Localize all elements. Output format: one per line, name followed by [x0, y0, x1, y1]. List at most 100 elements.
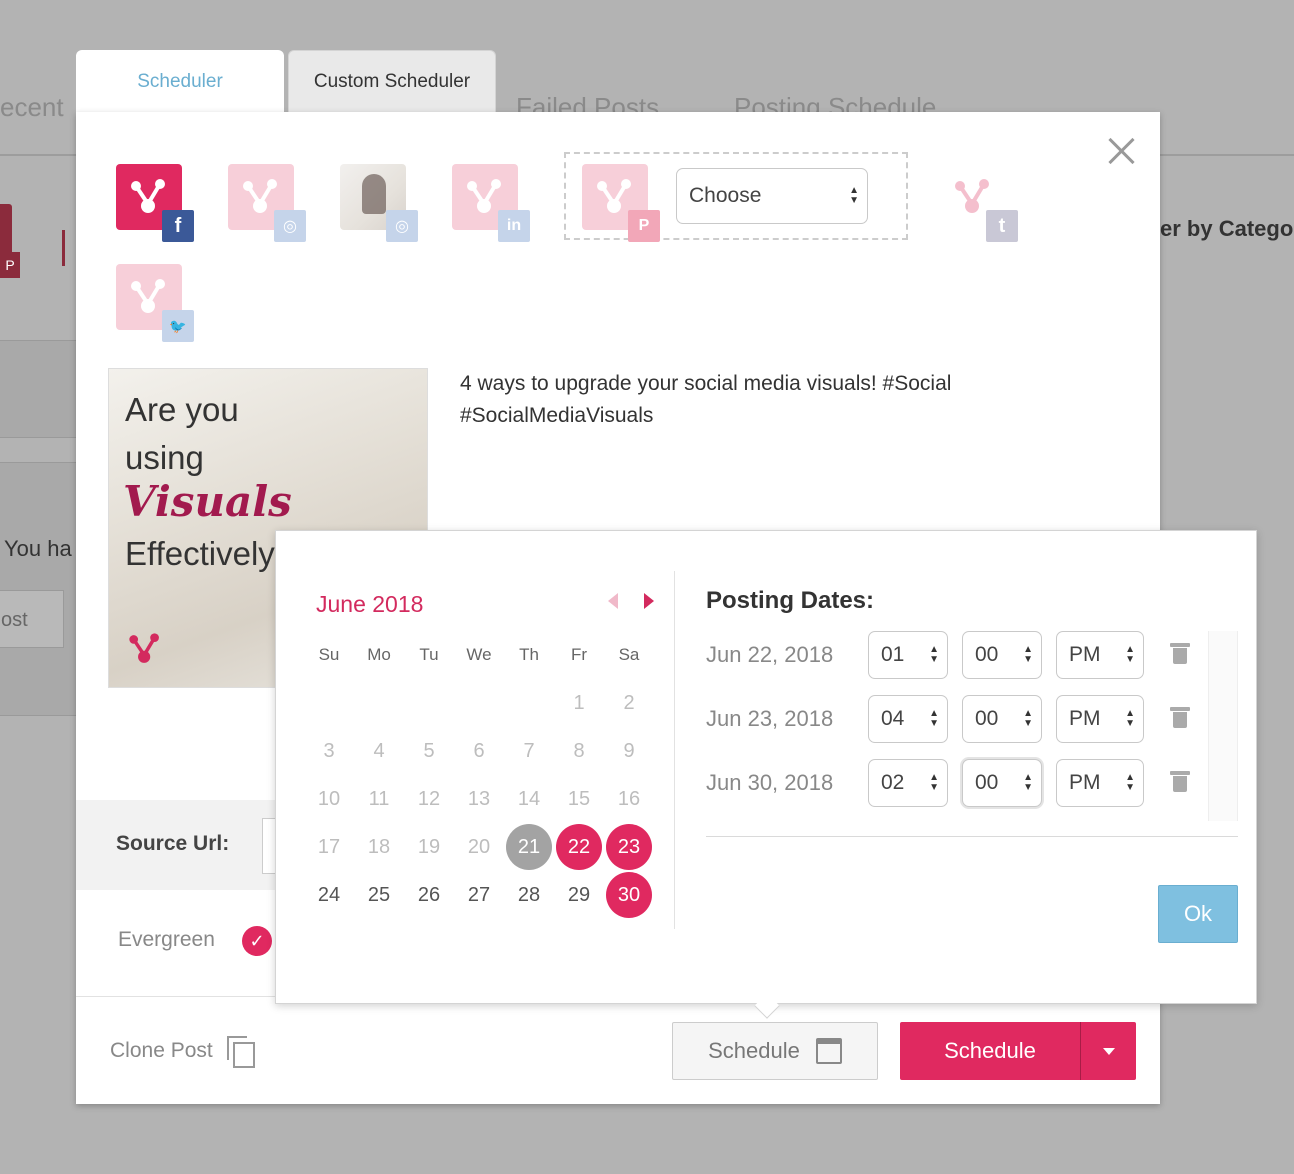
tab-custom-scheduler[interactable]: Custom Scheduler: [288, 50, 496, 112]
calendar-icon: [815, 1038, 842, 1064]
pinterest-board-group: P Choose ▲ ▼: [564, 152, 908, 242]
bg-filter-text: er by Catego: [1160, 216, 1294, 241]
ampm-value: PM: [1069, 771, 1101, 794]
calendar-day[interactable]: 28: [504, 871, 554, 919]
calendar-day[interactable]: 21: [504, 823, 554, 871]
account-instagram-photo[interactable]: ◎: [340, 164, 418, 242]
ampm-select[interactable]: PM ▲ ▼: [1056, 759, 1144, 807]
bg-panel-1: [0, 340, 78, 438]
calendar-blank: [504, 679, 554, 727]
calendar-day[interactable]: 29: [554, 871, 604, 919]
ok-button[interactable]: Ok: [1158, 885, 1238, 943]
calendar-day[interactable]: 26: [404, 871, 454, 919]
weekday-label: Su: [318, 645, 340, 664]
instagram-icon: ◎: [386, 210, 418, 242]
minute-select[interactable]: 00 ▲ ▼: [962, 759, 1042, 807]
ampm-value: PM: [1069, 707, 1101, 730]
calendar-day: 1: [573, 691, 585, 714]
account-linkedin[interactable]: in: [452, 164, 530, 242]
bg-button: ost: [0, 590, 64, 648]
post-caption[interactable]: 4 ways to upgrade your social media visu…: [460, 368, 1080, 432]
calendar-blank: [354, 679, 404, 727]
board-select-value: Choose: [689, 184, 762, 207]
pinterest-icon: P: [628, 210, 660, 242]
profile-photo: [362, 174, 386, 214]
hour-select[interactable]: 01 ▲ ▼: [868, 631, 948, 679]
bg-pinterest-icon: P: [0, 252, 20, 278]
calendar-day: 16: [617, 787, 641, 810]
calendar-day: 5: [423, 739, 435, 762]
trash-icon[interactable]: [1170, 643, 1190, 664]
minute-value: 00: [975, 771, 999, 794]
weekday-label: Th: [519, 645, 539, 664]
minute-value: 00: [975, 707, 999, 730]
select-arrows-icon: ▲ ▼: [1023, 708, 1033, 729]
ampm-select[interactable]: PM ▲ ▼: [1056, 631, 1144, 679]
calendar-prev-icon[interactable]: [608, 593, 618, 609]
account-twitter[interactable]: 🐦: [116, 264, 194, 342]
evergreen-checkbox[interactable]: ✓: [242, 926, 272, 956]
weekday-label: Sa: [618, 645, 640, 664]
hour-select[interactable]: 04 ▲ ▼: [868, 695, 948, 743]
schedule-button[interactable]: Schedule: [900, 1022, 1080, 1080]
clone-post-button[interactable]: Clone Post: [110, 1036, 255, 1068]
bg-logo-icon: [62, 230, 76, 266]
board-select[interactable]: Choose ▲ ▼: [676, 168, 868, 224]
calendar-day: 14: [517, 787, 541, 810]
calendar-day: 19: [417, 835, 441, 858]
schedule-dropdown-button[interactable]: [1080, 1022, 1136, 1080]
posting-dates-divider: [706, 836, 1238, 837]
calendar-day[interactable]: 30: [604, 871, 654, 919]
post-image-line1: Are you: [125, 391, 239, 428]
calendar-blank: [404, 679, 454, 727]
weekday-label: Fr: [570, 645, 588, 664]
account-tumblr[interactable]: t: [940, 164, 1018, 242]
calendar-month-label: June 2018: [316, 591, 424, 617]
calendar-day[interactable]: 27: [454, 871, 504, 919]
calendar-next-icon[interactable]: [644, 593, 654, 609]
post-image-line2: using: [125, 439, 204, 476]
calendar-day[interactable]: 23: [604, 823, 654, 871]
calendar-day: 20: [467, 835, 491, 858]
tumblr-icon: t: [986, 210, 1018, 242]
calendar-day[interactable]: 25: [354, 871, 404, 919]
copy-icon: [226, 1036, 255, 1068]
minute-select[interactable]: 00 ▲ ▼: [962, 631, 1042, 679]
minute-select[interactable]: 00 ▲ ▼: [962, 695, 1042, 743]
calendar-grid: Su Mo Tu We Th Fr Sa 1 2 3 4 5 6 7 8 9 10 11 12 13 14 15 16 17 1…: [304, 631, 654, 919]
select-arrows-icon: ▲ ▼: [929, 644, 939, 665]
hour-value: 02: [881, 771, 905, 794]
tab-scheduler[interactable]: Scheduler: [76, 50, 284, 114]
date-picker-popover: June 2018 Su Mo Tu We Th Fr Sa 1 2 3 4 5 6 7 8 9 10 11 12 1…: [275, 530, 1257, 1019]
post-image-line4: Effectively: [125, 535, 275, 572]
calendar-day: 6: [473, 739, 485, 762]
hour-value: 04: [881, 707, 905, 730]
calendar-day: 17: [317, 835, 341, 858]
schedule-date-toggle[interactable]: Schedule: [672, 1022, 878, 1080]
calendar-blank: [454, 679, 504, 727]
bg-pinterest-tile: [0, 204, 12, 256]
calendar-day: 15: [567, 787, 591, 810]
select-arrows-icon: ▲ ▼: [1125, 772, 1135, 793]
ampm-select[interactable]: PM ▲ ▼: [1056, 695, 1144, 743]
posting-dates-scrollbar[interactable]: [1208, 631, 1238, 821]
posting-date-row: Jun 30, 2018 02 ▲ ▼ 00 ▲ ▼ PM ▲ ▼: [706, 759, 1226, 807]
calendar-day[interactable]: 24: [304, 871, 354, 919]
evergreen-label: Evergreen: [118, 928, 215, 951]
trash-icon[interactable]: [1170, 771, 1190, 792]
select-arrows-icon: ▲ ▼: [849, 185, 859, 206]
close-icon[interactable]: [1106, 136, 1136, 166]
account-instagram[interactable]: ◎: [228, 164, 306, 242]
clone-post-label: Clone Post: [110, 1039, 213, 1062]
twitter-icon: 🐦: [162, 310, 194, 342]
trash-icon[interactable]: [1170, 707, 1190, 728]
hour-select[interactable]: 02 ▲ ▼: [868, 759, 948, 807]
posting-date-row: Jun 22, 2018 01 ▲ ▼ 00 ▲ ▼ PM ▲ ▼: [706, 631, 1226, 679]
account-facebook[interactable]: f: [116, 164, 194, 242]
weekday-label: We: [466, 645, 492, 664]
calendar-day: 10: [317, 787, 341, 810]
calendar-day[interactable]: 22: [554, 823, 604, 871]
calendar-day: 8: [573, 739, 585, 762]
account-pinterest[interactable]: P: [582, 164, 660, 242]
instagram-icon: ◎: [274, 210, 306, 242]
